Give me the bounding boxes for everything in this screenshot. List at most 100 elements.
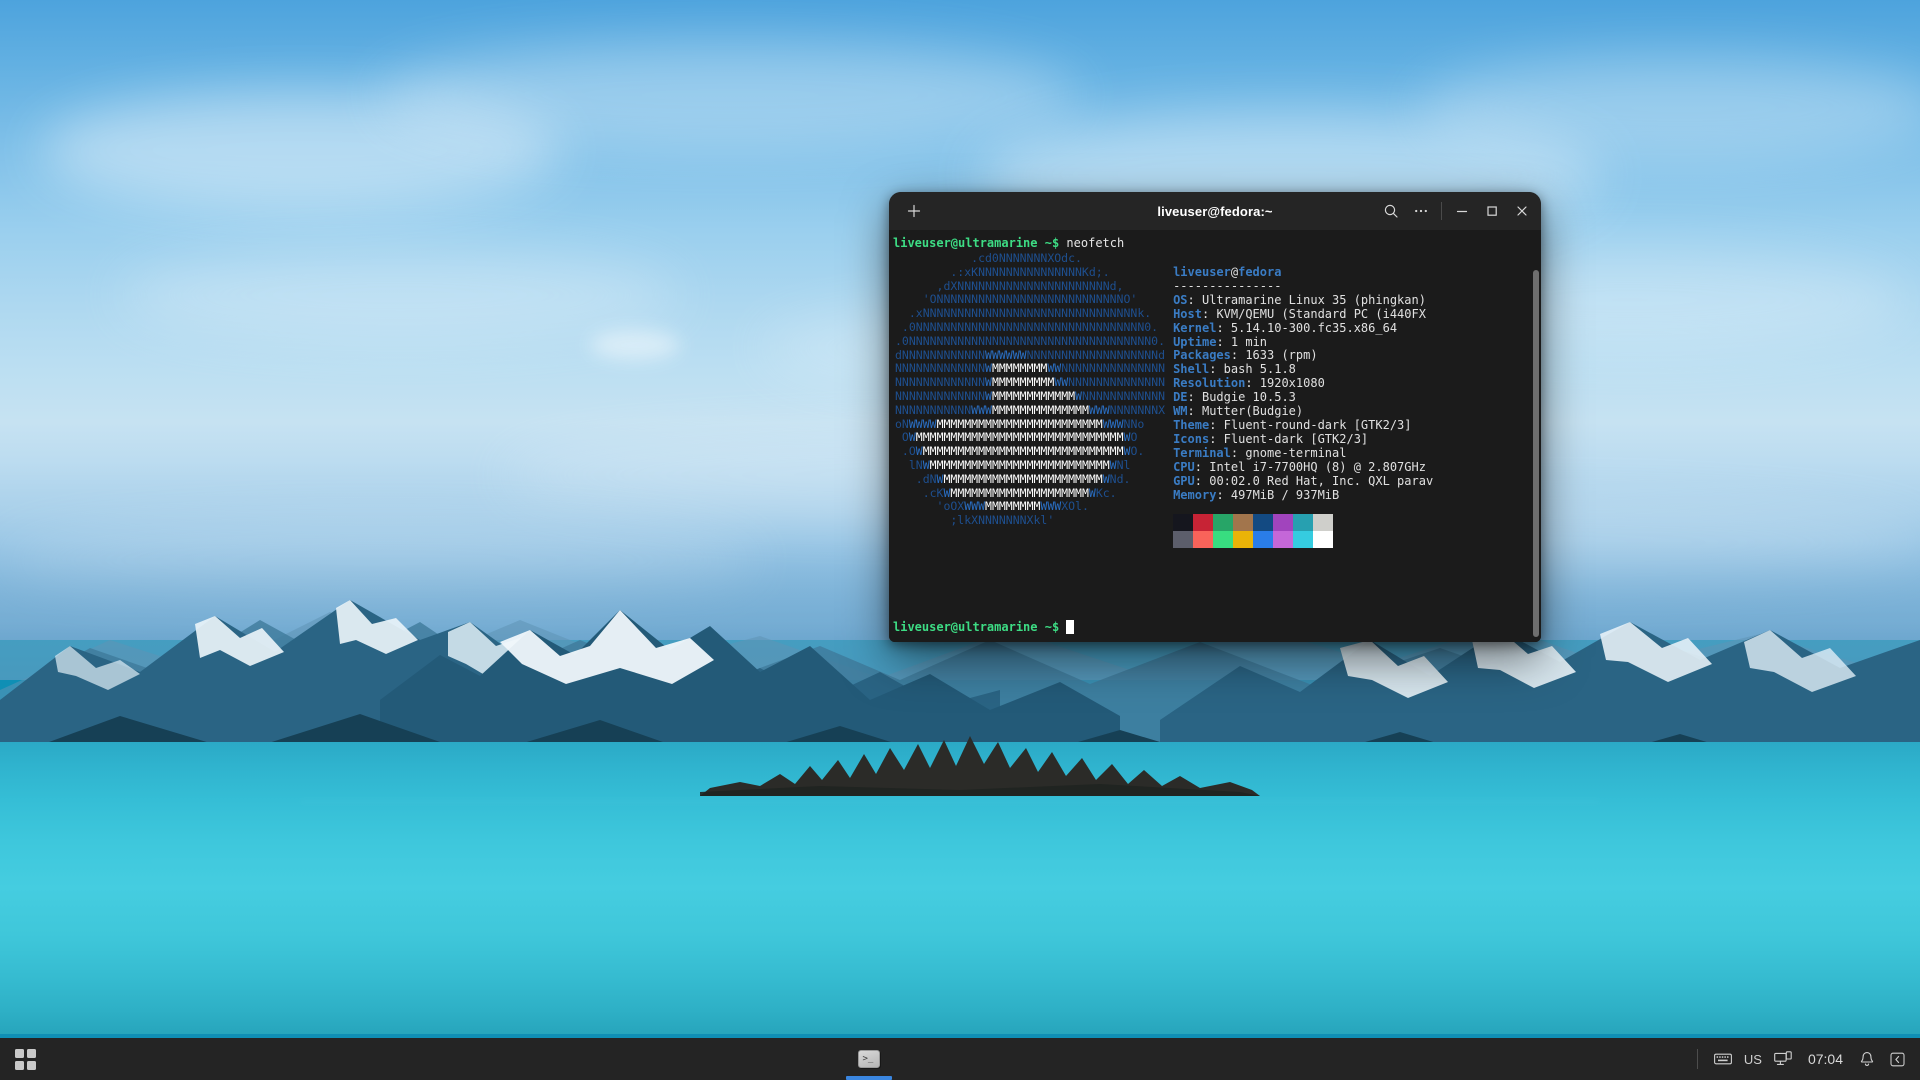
terminal-command: neofetch [1066,236,1125,250]
terminal-output-area[interactable]: liveuser@ultramarine ~$ neofetch .cd0NNN… [889,230,1541,642]
info-entry: Terminal: gnome-terminal [1173,447,1541,461]
taskbar-left-section [0,1042,42,1076]
minimize-button[interactable] [1447,197,1477,225]
info-entry-value: 00:02.0 Red Hat, Inc. QXL parav [1209,474,1434,488]
ellipsis-icon [1415,209,1427,213]
ascii-art-segment: W [1088,485,1096,500]
neofetch-info-block: liveuser@fedora --------------- OS: Ultr… [1173,252,1541,549]
clock[interactable]: 07:04 [1804,1049,1847,1069]
palette-swatch [1293,514,1314,532]
info-entry-key: Kernel [1173,321,1217,335]
info-entry-key: Uptime [1173,335,1217,349]
info-entry-key: Terminal [1173,446,1231,460]
info-entry-separator: : [1216,321,1231,335]
ascii-art-segment: WWW [1088,402,1110,417]
info-entry-value: 1633 (rpm) [1245,349,1318,363]
info-entry-key: WM [1173,405,1188,419]
info-entry-value: 1 min [1230,335,1268,349]
palette-swatch [1173,531,1194,549]
info-entry: Theme: Fluent-round-dark [GTK2/3] [1173,419,1541,433]
close-button[interactable] [1507,197,1537,225]
keyboard-layout-button[interactable] [1711,1049,1735,1069]
ascii-art-segment: MMMMMMMM [985,499,1041,514]
ascii-art-segment: W [985,375,992,390]
info-entry-value: Fluent-dark [GTK2/3] [1223,432,1369,446]
info-entry-separator: : [1194,474,1210,488]
ascii-art-segment: W [985,361,992,376]
palette-swatch [1253,531,1274,549]
ascii-art-segment: WWWW [908,416,937,431]
palette-swatch [1213,531,1234,549]
ascii-art-segment: WW [1054,375,1069,390]
ascii-art-segment: MMMMMMMMMMMMMMMMMMMMMMMMMMMMM [922,444,1124,459]
palette-swatch [1313,514,1334,532]
info-entry-key: Host [1173,307,1202,321]
system-tray: US 07:04 [1696,1048,1920,1071]
info-entry-separator: : [1216,335,1231,349]
info-entry-value: 5.14.10-300.fc35.x86_64 [1230,321,1398,335]
maximize-icon [1487,206,1497,216]
info-entry-value: 497MiB / 937MiB [1230,488,1340,502]
notifications-button[interactable] [1856,1048,1878,1071]
info-entry-key: Packages [1173,349,1231,363]
ascii-art-segment: MMMMMMMMMMMMMMMMMMMMMMM [943,471,1103,486]
budgie-menu-button[interactable] [8,1042,42,1076]
ascii-art-segment: MMMMMMMMM [991,375,1055,390]
lake-reflection [150,860,1770,862]
keyboard-icon [1713,1053,1732,1065]
task-item-terminal[interactable] [846,1038,893,1080]
palette-swatch [1313,531,1334,549]
ascii-art-segment: MMMMMMMM [991,361,1048,376]
terminal-window[interactable]: liveuser@fedora:~ liveuser@ultramarine ~… [889,192,1541,642]
menu-button[interactable] [1406,197,1436,225]
info-entry-value: Ultramarine Linux 35 (phingkan) [1201,293,1426,307]
color-palette [1173,514,1541,549]
close-icon [1517,206,1527,216]
tray-expand-button[interactable] [1887,1049,1908,1070]
terminal-scrollbar[interactable] [1531,268,1541,642]
palette-swatch [1193,514,1214,532]
network-display-button[interactable] [1771,1048,1795,1070]
palette-swatch [1213,514,1234,532]
bell-icon [1860,1051,1874,1066]
ascii-art-segment: WWW [1040,499,1062,514]
info-title: liveuser@fedora [1173,266,1282,279]
info-entry-key: Shell [1173,363,1210,377]
plus-icon [907,204,921,218]
info-entry-value: gnome-terminal [1245,446,1347,460]
info-entry-value: Mutter(Budgie) [1201,405,1304,419]
neofetch-output: .cd0NNNNNNNXOdc. .:xKNNNNNNNNNNNNNNNKd;.… [891,251,1541,549]
palette-swatch [1193,531,1214,549]
window-titlebar[interactable]: liveuser@fedora:~ [889,192,1541,230]
info-entry: GPU: 00:02.0 Red Hat, Inc. QXL parav [1173,475,1541,489]
palette-swatch [1173,514,1194,532]
terminal-input-line[interactable]: liveuser@ultramarine ~$ [891,620,1075,634]
info-entry-key: Icons [1173,432,1210,446]
ascii-art-segment: MMMMMMMMMMMMMMMMMMMM [950,485,1089,500]
taskbar-task-list [42,1038,1697,1080]
terminal-scrollbar-thumb[interactable] [1533,270,1539,637]
tray-separator [1696,1049,1698,1069]
ascii-art-segment: WWW [1102,416,1124,431]
ascii-art-segment: W [1123,444,1131,459]
info-entry-separator: : [1187,405,1202,419]
ascii-art-segment: W [1123,430,1131,445]
info-entry-separator: : [1187,391,1202,405]
keyboard-layout-label[interactable]: US [1744,1052,1762,1067]
search-button[interactable] [1376,197,1406,225]
terminal-command-line: liveuser@ultramarine ~$ neofetch [891,236,1541,250]
lake-reflection [400,930,1500,932]
ascii-art-segment: MMMMMMMMMMMMMMMMMMMMMMMMMM [929,457,1110,472]
info-entry-key: DE [1173,391,1188,405]
maximize-button[interactable] [1477,197,1507,225]
info-entry-key: OS [1173,293,1188,307]
info-entries: OS: Ultramarine Linux 35 (phingkan) Host:… [1173,294,1541,503]
info-rule: --------------- [1173,279,1282,293]
wallpaper-island [700,736,1260,796]
info-entry: Host: KVM/QEMU (Standard PC (i440FX [1173,308,1541,322]
desktop[interactable]: liveuser@fedora:~ liveuser@ultramarine ~… [0,0,1920,1080]
ascii-art-segment: WWWWWW [985,347,1027,362]
info-entry-key: CPU [1173,460,1195,474]
info-entry-key: GPU [1173,474,1195,488]
new-tab-button[interactable] [899,197,929,225]
